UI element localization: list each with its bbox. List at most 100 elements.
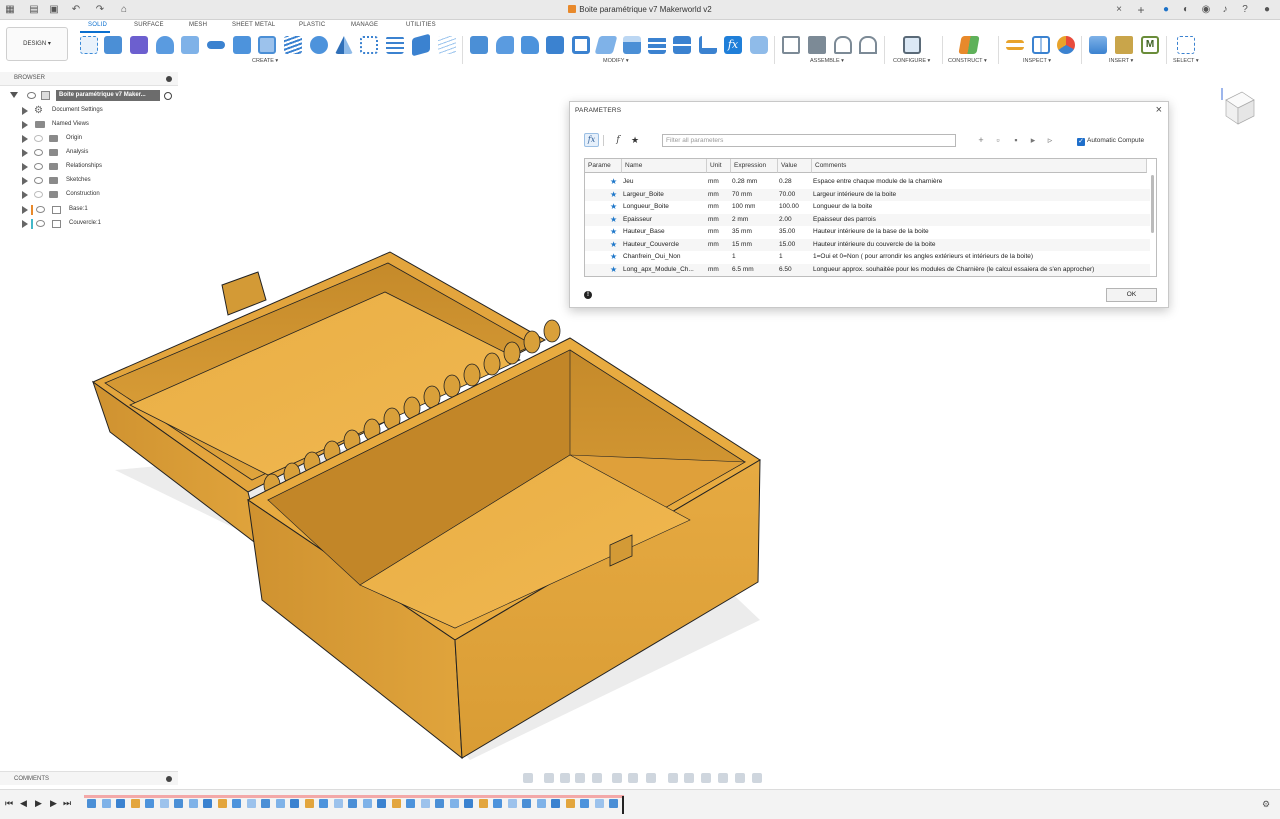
hole-icon[interactable] <box>310 36 328 54</box>
web-icon[interactable] <box>258 36 276 54</box>
column-header-name[interactable]: Name <box>622 159 707 173</box>
joint-icon[interactable] <box>808 36 826 54</box>
timeline-feature-icon[interactable] <box>449 799 459 808</box>
look-at-icon[interactable] <box>544 773 554 783</box>
timeline-feature-icon[interactable] <box>406 799 415 808</box>
favorite-star-icon[interactable]: ★ <box>610 201 617 214</box>
visibility-eye-icon[interactable] <box>34 191 43 198</box>
tab-surface[interactable]: SURFACE <box>134 22 164 28</box>
column-header-comments[interactable]: Comments <box>812 159 1147 173</box>
shaded-view-icon[interactable] <box>668 773 678 783</box>
construct-menu[interactable]: CONSTRUCT ▾ <box>948 58 987 64</box>
timeline-feature-icon[interactable] <box>304 799 314 808</box>
inspect-menu[interactable]: INSPECT ▾ <box>1023 58 1051 64</box>
table-row[interactable]: ★ Hauteur_Couvercle mm 15 mm 15.00 Haute… <box>585 238 1150 252</box>
scale-icon[interactable] <box>594 36 618 54</box>
expand-arrow-icon[interactable] <box>22 220 28 228</box>
viewports-icon[interactable] <box>646 773 656 783</box>
revolve-icon[interactable] <box>156 36 174 54</box>
extrude-icon[interactable] <box>104 36 122 54</box>
offset-face-icon[interactable] <box>648 36 666 54</box>
thread-icon[interactable] <box>335 36 353 54</box>
orbit-icon[interactable] <box>523 773 533 783</box>
export-icon[interactable]: ▹ <box>1045 135 1055 145</box>
timeline-feature-icon[interactable] <box>130 799 140 808</box>
filter-parameters-input[interactable]: Filter all parameters <box>662 134 956 147</box>
timeline-feature-icon[interactable] <box>275 799 285 808</box>
favorite-star-icon[interactable]: ★ <box>610 251 617 264</box>
timeline-feature-icon[interactable] <box>319 799 328 808</box>
timeline-feature-icon[interactable] <box>391 799 401 808</box>
tab-solid[interactable]: SOLID <box>88 22 107 28</box>
favorite-star-icon[interactable]: ★ <box>610 214 617 227</box>
chamfer-icon[interactable] <box>521 36 539 54</box>
measure-icon[interactable] <box>1006 40 1024 50</box>
timeline-feature-icon[interactable] <box>203 799 212 808</box>
browser-item-document-settings[interactable]: ⚙ Document Settings <box>0 104 178 118</box>
change-parameters-icon[interactable]: fx <box>724 36 742 54</box>
checkbox-checked-icon[interactable]: ✓ <box>1077 138 1085 146</box>
fillet-icon[interactable] <box>496 36 514 54</box>
grid-settings-icon[interactable] <box>628 773 638 783</box>
new-component-icon[interactable] <box>782 36 800 54</box>
timeline-settings-icon[interactable]: ⚙ <box>1262 799 1270 810</box>
configure-menu[interactable]: CONFIGURE ▾ <box>893 58 930 64</box>
tab-mesh[interactable]: MESH <box>189 22 207 28</box>
timeline-feature-icon[interactable] <box>290 799 299 808</box>
timeline-feature-icon[interactable] <box>478 799 488 808</box>
notifications-icon[interactable]: ♪ <box>1219 4 1231 16</box>
column-header-parameter[interactable]: Parame <box>585 159 622 173</box>
step-back-icon[interactable]: ◀ <box>20 798 27 809</box>
browser-item-relationships[interactable]: Relationships <box>0 160 178 174</box>
visibility-eye-icon[interactable] <box>34 149 43 156</box>
split-face-icon[interactable] <box>699 36 717 54</box>
visibility-eye-icon[interactable] <box>34 163 43 170</box>
timeline-feature-icon[interactable] <box>609 799 618 808</box>
add-parameter-fx-icon[interactable]: f <box>613 135 623 145</box>
favorite-star-icon[interactable]: ★ <box>610 264 617 277</box>
coil-icon[interactable] <box>386 36 404 54</box>
select-menu[interactable]: SELECT ▾ <box>1173 58 1199 64</box>
tab-manage[interactable]: MANAGE <box>351 22 378 28</box>
draft-icon[interactable] <box>572 36 590 54</box>
browser-item-analysis[interactable]: Analysis <box>0 146 178 160</box>
timeline-feature-icon[interactable] <box>232 799 241 808</box>
expand-arrow-icon[interactable] <box>22 121 28 129</box>
box-icon[interactable] <box>360 36 378 54</box>
timeline-feature-icon[interactable] <box>217 799 227 808</box>
timeline-marker[interactable] <box>622 796 624 814</box>
camera-icon[interactable] <box>752 773 762 783</box>
panel-pin-icon[interactable] <box>166 776 172 782</box>
jobs-icon[interactable]: ◐ <box>1180 4 1192 16</box>
browser-root-item[interactable]: Boite paramétrique v7 Maker... <box>0 89 178 103</box>
visibility-eye-icon[interactable] <box>36 206 45 213</box>
close-tab-icon[interactable]: × <box>1113 4 1125 16</box>
pipe-icon[interactable] <box>412 33 430 57</box>
expand-arrow-icon[interactable] <box>22 177 28 185</box>
rib-icon[interactable] <box>233 36 251 54</box>
help-icon[interactable]: ● <box>1160 4 1172 16</box>
create-form-icon[interactable] <box>130 36 148 54</box>
column-header-unit[interactable]: Unit <box>707 159 731 173</box>
favorite-star-icon[interactable]: ★ <box>610 239 617 252</box>
select-icon[interactable] <box>1177 36 1195 54</box>
visibility-eye-icon[interactable] <box>34 135 43 142</box>
timeline-feature-icon[interactable] <box>551 799 560 808</box>
user-avatar[interactable]: ● <box>1261 4 1273 16</box>
favorite-star-icon[interactable]: ★ <box>610 189 617 202</box>
tab-plastic[interactable]: PLASTIC <box>299 22 325 28</box>
timeline-feature-icon[interactable] <box>536 799 546 808</box>
timeline-feature-icon[interactable] <box>159 799 169 808</box>
timeline-feature-icon[interactable] <box>101 799 111 808</box>
timeline-feature-icon[interactable] <box>580 799 589 808</box>
shell-icon[interactable] <box>546 36 564 54</box>
view-cube[interactable] <box>1218 86 1258 126</box>
browser-item-named-views[interactable]: Named Views <box>0 118 178 132</box>
column-header-expression[interactable]: Expression <box>731 159 778 173</box>
timeline-feature-icon[interactable] <box>348 799 357 808</box>
go-to-start-icon[interactable]: ⏮ <box>5 798 13 809</box>
section-analysis-icon[interactable] <box>1032 36 1050 54</box>
browser-item-sketches[interactable]: Sketches <box>0 174 178 188</box>
help-question-icon[interactable]: ? <box>1239 4 1251 16</box>
add-icon[interactable]: + <box>976 135 986 145</box>
